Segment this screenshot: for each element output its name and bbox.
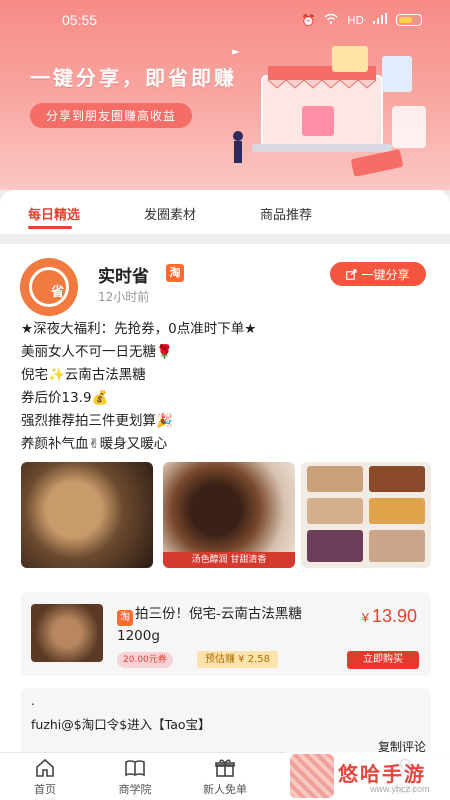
wifi-icon — [324, 13, 338, 27]
network-label: HD — [347, 13, 364, 27]
nav-newcomer-free[interactable]: 新人免单 — [190, 757, 260, 797]
currency-symbol: ¥ — [361, 610, 369, 625]
tab-product-recommend[interactable]: 商品推荐 — [260, 204, 312, 223]
book-icon — [125, 760, 145, 777]
avatar-logo-icon: 省 — [29, 267, 69, 307]
post-images: 汤色醇润 甘甜清香 — [21, 462, 431, 568]
content-tabs: 每日精选 发圈素材 商品推荐 — [0, 190, 450, 234]
post-line: 强烈推荐拍三件更划算🎉 — [21, 413, 173, 429]
status-icons: ⏰ HD — [302, 13, 422, 27]
banner-subtitle: 分享到朋友圈赚高收益 — [30, 103, 193, 128]
watermark-url: www.yhcz.com — [370, 784, 430, 794]
post-image-3[interactable] — [301, 462, 431, 568]
post-body[interactable]: ★深夜大福利：先抢券，0点准时下单★ 美丽女人不可一日无糖🌹 倪宅✨云南古法黑糖… — [21, 318, 431, 456]
command-dot: . — [31, 694, 35, 708]
active-tab-indicator — [28, 226, 72, 229]
collage-tile — [307, 530, 363, 562]
status-bar: 05:55 ⏰ HD — [0, 12, 450, 32]
nav-label: 首页 — [34, 783, 56, 796]
image-caption: 汤色醇润 甘甜清香 — [163, 552, 295, 568]
taobao-badge-icon: 淘 — [166, 264, 184, 282]
post-author: 实时省 — [98, 267, 149, 287]
alarm-icon: ⏰ — [301, 13, 316, 27]
nav-business-school[interactable]: 商学院 — [100, 757, 170, 797]
shopping-illustration-icon — [232, 46, 426, 176]
watermark-text: 悠哈手游 — [338, 762, 426, 786]
post-card: 省 实时省 淘 12小时前 一键分享 ★深夜大福利：先抢券，0点准时下单★ 美丽… — [0, 244, 450, 764]
collage-tile — [369, 466, 425, 492]
collage-tile — [307, 498, 363, 524]
product-card[interactable]: 淘拍三份！倪宅-云南古法黑糖1200g ¥13.90 20.00元券 预估赚 ¥… — [21, 592, 431, 676]
signal-icon — [373, 13, 387, 27]
command-text: fuzhi@$淘口令$进入【Tao宝】 — [31, 717, 211, 732]
collage-tile — [307, 466, 363, 492]
share-icon — [346, 268, 358, 280]
post-line: 美丽女人不可一日无糖🌹 — [21, 344, 173, 360]
avatar[interactable]: 省 — [20, 258, 78, 316]
site-watermark: 悠哈手游 www.yhcz.com — [286, 752, 450, 800]
post-image-1[interactable] — [21, 462, 153, 568]
post-image-2[interactable]: 汤色醇润 甘甜清香 — [163, 462, 295, 568]
tab-moments-material[interactable]: 发圈素材 — [144, 204, 196, 223]
gift-icon — [215, 759, 235, 777]
post-line: 倪宅✨云南古法黑糖 — [21, 367, 146, 383]
status-time: 05:55 — [62, 12, 98, 28]
post-line: ★深夜大福利：先抢券，0点准时下单★ — [21, 321, 257, 337]
share-button-label: 一键分享 — [361, 267, 410, 282]
nav-label: 新人免单 — [203, 783, 247, 796]
banner-headline: 一键分享，即省即赚 — [30, 66, 237, 90]
post-time: 12小时前 — [98, 290, 150, 304]
estimated-earnings: 预估赚 ¥ 2.58 — [197, 651, 278, 668]
promo-banner[interactable]: 05:55 ⏰ HD 一键分享，即省即赚 分享到朋友圈赚高收益 — [0, 0, 450, 190]
buy-now-button[interactable]: 立即购买 — [347, 651, 419, 669]
home-icon — [36, 758, 54, 777]
taobao-badge-icon: 淘 — [117, 610, 133, 626]
battery-icon — [396, 14, 422, 26]
coupon-badge: 20.00元券 — [117, 652, 173, 668]
nav-label: 商学院 — [118, 783, 152, 796]
price-value: 13.90 — [371, 606, 417, 626]
post-line: 养颜补气血✌暖身又暖心 — [21, 436, 168, 452]
nav-home[interactable]: 首页 — [10, 757, 80, 797]
command-box[interactable]: . fuzhi@$淘口令$进入【Tao宝】 — [21, 688, 431, 758]
product-thumbnail[interactable] — [31, 604, 103, 662]
one-click-share-button[interactable]: 一键分享 — [330, 262, 426, 286]
product-title-text: 拍三份！倪宅-云南古法黑糖1200g — [117, 606, 302, 644]
product-title: 淘拍三份！倪宅-云南古法黑糖1200g — [117, 604, 317, 646]
post-line: 券后价13.9💰 — [21, 390, 109, 406]
watermark-logo-icon — [290, 754, 334, 798]
product-price: ¥13.90 — [362, 606, 417, 627]
collage-tile — [369, 498, 425, 524]
collage-tile — [369, 530, 425, 562]
tab-daily-picks[interactable]: 每日精选 — [28, 204, 80, 223]
